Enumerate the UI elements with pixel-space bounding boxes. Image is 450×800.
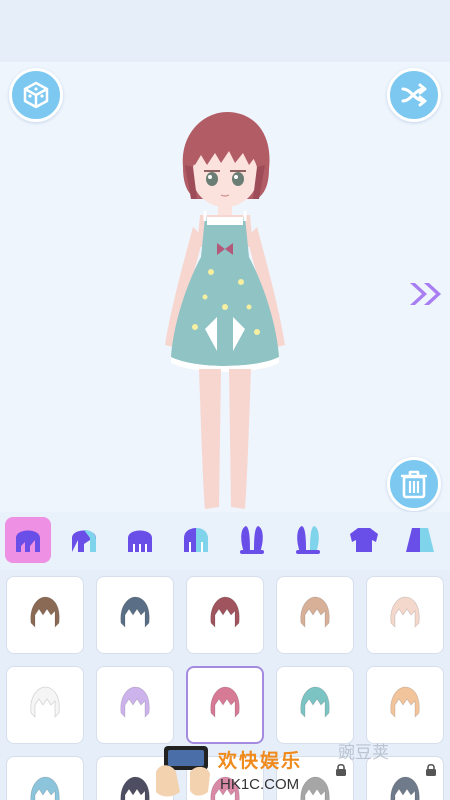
hair-style-thumbnail xyxy=(300,596,330,628)
tab-hair-side[interactable] xyxy=(61,517,107,563)
hair-back-icon xyxy=(128,530,152,552)
avatar-character xyxy=(165,112,285,509)
tab-hair-front[interactable] xyxy=(5,517,51,563)
hair-option[interactable] xyxy=(276,576,354,654)
ears-half-icon xyxy=(296,526,320,554)
phone-hand-icon xyxy=(156,746,210,797)
tab-hair-back[interactable] xyxy=(117,517,163,563)
tab-outfit-half[interactable] xyxy=(397,517,443,563)
category-tabs xyxy=(0,512,450,570)
hair-option[interactable] xyxy=(96,576,174,654)
hair-style-thumbnail xyxy=(390,596,420,628)
lock-icon xyxy=(336,763,346,776)
hair-front-icon xyxy=(16,530,40,552)
hair-style-thumbnail xyxy=(210,596,240,628)
hair-style-thumbnail xyxy=(30,596,60,628)
hair-style-thumbnail xyxy=(300,686,330,718)
tab-top[interactable] xyxy=(341,517,387,563)
watermark-title: 欢快娱乐 xyxy=(218,750,303,772)
tab-bunny-ears[interactable] xyxy=(229,517,275,563)
top-bar xyxy=(0,0,450,62)
watermark-url: HK1C.COM xyxy=(220,776,300,793)
hair-style-thumbnail xyxy=(120,686,150,718)
top-icon xyxy=(350,528,378,552)
hair-option[interactable] xyxy=(96,666,174,744)
cube-button[interactable] xyxy=(9,68,63,122)
shuffle-button[interactable] xyxy=(387,68,441,122)
hair-style-thumbnail xyxy=(390,686,420,718)
hair-side-icon xyxy=(72,530,96,552)
hair-option[interactable] xyxy=(276,666,354,744)
cube-icon xyxy=(23,81,49,109)
hair-option[interactable] xyxy=(186,576,264,654)
hair-style-thumbnail xyxy=(30,776,60,800)
tab-ears-half[interactable] xyxy=(285,517,331,563)
hair-option[interactable] xyxy=(6,756,84,800)
hair-style-thumbnail xyxy=(390,776,420,800)
double-chevron-right-icon[interactable] xyxy=(406,279,446,309)
hair-option[interactable] xyxy=(366,666,444,744)
lock-icon xyxy=(426,763,436,776)
hair-style-thumbnail xyxy=(30,686,60,718)
shuffle-icon xyxy=(401,83,427,107)
hair-option[interactable] xyxy=(186,666,264,744)
hair-option[interactable] xyxy=(6,666,84,744)
hair-option[interactable] xyxy=(366,576,444,654)
delete-button[interactable] xyxy=(387,457,441,511)
character-stage xyxy=(0,62,450,512)
tab-hair-half[interactable] xyxy=(173,517,219,563)
hair-half-icon xyxy=(184,528,208,552)
outfit-half-icon xyxy=(406,528,434,552)
hair-option[interactable] xyxy=(6,576,84,654)
watermark: 欢快娱乐 HK1C.COM xyxy=(150,742,310,800)
trash-icon xyxy=(401,470,427,499)
hair-style-thumbnail xyxy=(210,686,240,718)
watermark-faint-text: 豌豆荚 xyxy=(338,743,389,763)
hair-style-thumbnail xyxy=(120,596,150,628)
bunny-ears-icon xyxy=(240,526,264,554)
